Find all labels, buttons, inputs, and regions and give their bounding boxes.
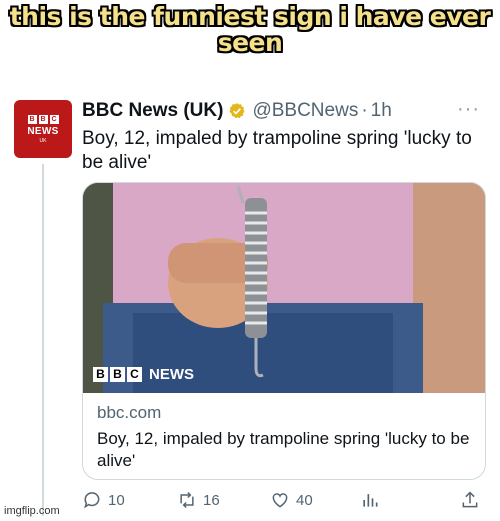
heart-icon — [272, 493, 288, 508]
meme-caption: this is the funniest sign i have ever se… — [0, 4, 500, 56]
like-count: 40 — [296, 491, 313, 509]
badge-letter: B — [93, 367, 108, 382]
watermark: imgflip.com — [4, 505, 60, 517]
more-options-icon[interactable]: ··· — [457, 98, 480, 121]
reply-button[interactable]: 10 — [82, 490, 125, 510]
handle[interactable]: @BBCNews — [252, 100, 358, 122]
card-title: Boy, 12, impaled by trampoline spring 'l… — [97, 429, 470, 470]
tweet-header: BBC News (UK) @BBCNews · 1h ··· — [82, 98, 480, 124]
repost-button[interactable]: 16 — [177, 490, 220, 510]
views-button[interactable] — [360, 490, 380, 510]
reply-count: 10 — [108, 491, 125, 509]
tweet-actions: 10 16 40 — [82, 490, 487, 516]
views-chart-icon — [363, 494, 378, 507]
display-name[interactable]: BBC News (UK) — [82, 100, 223, 122]
avatar-letter: C — [49, 114, 59, 124]
verified-badge-icon — [229, 103, 245, 119]
reply-icon — [84, 492, 100, 509]
share-button[interactable] — [460, 490, 480, 510]
card-domain: bbc.com — [97, 403, 162, 422]
badge-letter: C — [127, 367, 142, 382]
avatar-letter: B — [27, 114, 37, 124]
avatar-letter: B — [38, 114, 48, 124]
meme-caption-line-1: this is the funniest sign i have ever — [9, 2, 491, 31]
repost-icon — [180, 491, 194, 509]
avatar-news-label: NEWS — [27, 125, 59, 137]
bbc-logo-icon: B B C — [27, 114, 59, 124]
avatar-uk-label: UK — [39, 137, 47, 144]
meme-caption-line-2: seen — [217, 28, 283, 57]
timestamp[interactable]: 1h — [371, 100, 392, 122]
repost-count: 16 — [203, 491, 220, 509]
badge-label: NEWS — [149, 366, 194, 383]
share-icon — [462, 491, 478, 508]
tweet-text: Boy, 12, impaled by trampoline spring 'l… — [82, 128, 472, 173]
link-card[interactable]: B B C NEWS bbc.com Boy, 12, impaled by t… — [82, 182, 486, 480]
like-button[interactable]: 40 — [270, 490, 313, 510]
separator-dot: · — [361, 100, 368, 121]
thread-line — [42, 164, 44, 516]
card-bbc-news-badge: B B C NEWS — [93, 366, 194, 383]
avatar[interactable]: B B C NEWS UK — [14, 100, 72, 158]
card-image[interactable] — [83, 183, 485, 393]
badge-letter: B — [110, 367, 125, 382]
